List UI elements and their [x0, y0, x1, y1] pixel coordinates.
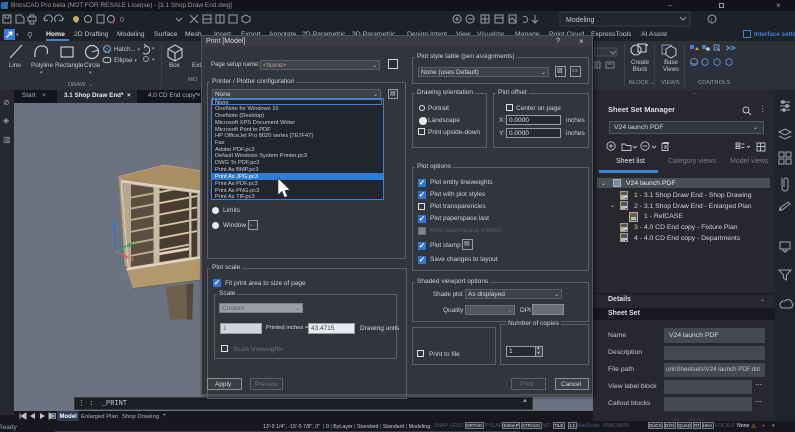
svg-text:Modeling: Modeling	[566, 17, 595, 24]
svg-text:Y: Y	[134, 242, 138, 248]
svg-text:0: 0	[120, 17, 124, 24]
svg-text:i: i	[711, 18, 712, 24]
svg-text:X: X	[130, 258, 134, 264]
